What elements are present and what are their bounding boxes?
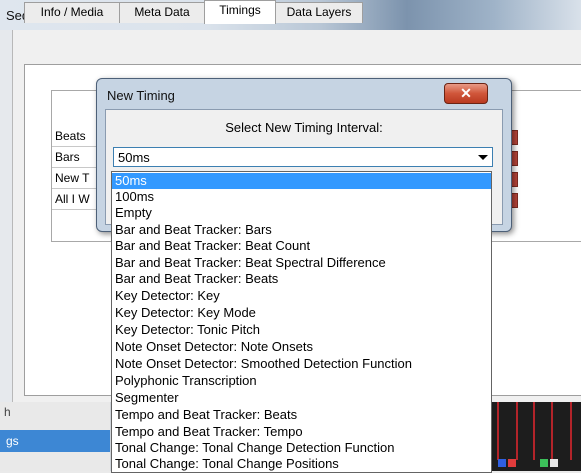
tab-meta-data[interactable]: Meta Data	[119, 2, 205, 23]
timing-mark	[570, 402, 572, 460]
channel-color-icon	[550, 459, 558, 467]
dropdown-option[interactable]: Polyphonic Transcription	[112, 373, 491, 389]
chevron-down-icon[interactable]	[478, 155, 488, 160]
dropdown-option[interactable]: Tonal Change: Tonal Change Detection Fun…	[112, 440, 491, 456]
dropdown-option[interactable]: 100ms	[112, 189, 491, 205]
dialog-prompt: Select New Timing Interval:	[225, 120, 383, 135]
timing-mark	[551, 402, 553, 460]
channel-color-icon	[540, 459, 548, 467]
dialog-title: New Timing	[107, 88, 175, 103]
dropdown-option[interactable]: Bar and Beat Tracker: Bars	[112, 222, 491, 238]
left-panel-selected-item[interactable]: gs	[0, 430, 110, 452]
dropdown-option[interactable]: Bar and Beat Tracker: Beat Count	[112, 238, 491, 254]
dropdown-option[interactable]: Note Onset Detector: Smoothed Detection …	[112, 356, 491, 372]
select-value: 50ms	[118, 150, 150, 165]
left-panel-text: h	[4, 405, 11, 419]
dropdown-option[interactable]: 50ms	[112, 173, 491, 189]
tab-timings[interactable]: Timings	[204, 0, 276, 24]
close-button[interactable]: ✕	[444, 83, 488, 104]
dropdown-option[interactable]: Key Detector: Tonic Pitch	[112, 322, 491, 338]
timing-interval-select[interactable]: 50ms	[113, 147, 493, 167]
dropdown-option[interactable]: Empty	[112, 205, 491, 221]
dropdown-option[interactable]: Tempo and Beat Tracker: Beats	[112, 407, 491, 423]
channel-color-icon	[508, 459, 516, 467]
dropdown-option[interactable]: Segmenter	[112, 390, 491, 406]
timing-mark	[497, 402, 499, 460]
timing-mark	[533, 402, 535, 460]
timing-mark	[516, 402, 518, 460]
dropdown-option[interactable]: Bar and Beat Tracker: Beat Spectral Diff…	[112, 255, 491, 271]
dropdown-option[interactable]: Bar and Beat Tracker: Beats	[112, 271, 491, 287]
dropdown-option[interactable]: Key Detector: Key Mode	[112, 305, 491, 321]
close-icon: ✕	[460, 85, 472, 101]
dropdown-option[interactable]: Tempo and Beat Tracker: Tempo	[112, 424, 491, 440]
tab-data-layers[interactable]: Data Layers	[275, 2, 363, 23]
tab-info-media[interactable]: Info / Media	[24, 2, 120, 23]
timing-interval-dropdown[interactable]: 50ms 100ms Empty Bar and Beat Tracker: B…	[111, 171, 492, 473]
channel-color-icon	[498, 459, 506, 467]
dropdown-option[interactable]: Key Detector: Key	[112, 288, 491, 304]
dropdown-option[interactable]: Tonal Change: Tonal Change Positions	[112, 456, 491, 472]
dropdown-option[interactable]: Note Onset Detector: Note Onsets	[112, 339, 491, 355]
